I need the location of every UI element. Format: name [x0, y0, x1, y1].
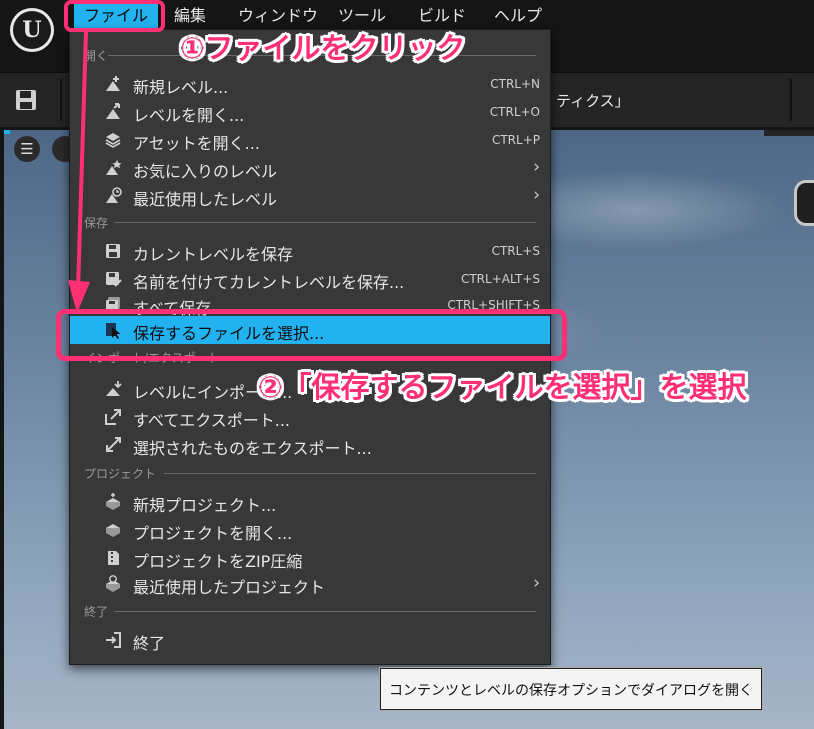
save-as-icon	[106, 272, 122, 287]
menu-item-label: アセットを開く...	[133, 134, 260, 153]
annotation-step-2: ②「保存するファイルを選択」を選択	[258, 370, 747, 404]
menu-item-label: カレントレベルを保存	[133, 245, 294, 264]
menu-item-label: お気に入りのレベル	[133, 162, 278, 181]
menu-item-zip-project[interactable]: プロジェクトをZIP圧縮	[70, 544, 550, 572]
menu-item-label: レベルを開く...	[133, 106, 245, 125]
tooltip: コンテンツとレベルの保存オプションでダイアログを開く	[380, 668, 762, 710]
shortcut-label: CTRL+O	[489, 105, 540, 119]
annotation-highlight-choose-files	[56, 309, 567, 361]
menu-item-label: 終了	[133, 634, 166, 653]
menu-item-label: 新規レベル...	[133, 78, 229, 97]
tooltip-text: コンテンツとレベルの保存オプションでダイアログを開く	[389, 683, 753, 699]
recent-projects-icon	[106, 575, 120, 592]
submenu-chevron-icon: ›	[533, 157, 540, 177]
import-icon	[106, 381, 122, 396]
menu-item-label: プロジェクトを開く...	[133, 524, 293, 543]
menu-item-favorite-levels[interactable]: お気に入りのレベル ›	[70, 154, 550, 182]
toolbar-divider	[790, 79, 792, 121]
menu-item-open-project[interactable]: プロジェクトを開く...	[70, 516, 550, 544]
shortcut-label: CTRL+N	[490, 77, 540, 91]
shortcut-label: CTRL+ALT+S	[460, 272, 540, 286]
section-header-exit: 終了	[84, 605, 109, 619]
menu-item-open-level[interactable]: レベルを開く... CTRL+O	[70, 98, 550, 126]
menu-item-save-current[interactable]: カレントレベルを保存 CTRL+S	[70, 237, 550, 265]
zip-project-icon	[108, 551, 119, 565]
menu-item-label: 最近使用したレベル	[133, 190, 278, 209]
menu-item-new-project[interactable]: 新規プロジェクト...	[70, 488, 550, 516]
menu-item-label: プロジェクトをZIP圧縮	[133, 552, 303, 571]
new-project-icon	[106, 493, 120, 510]
toolbar-partial-label: ティクス」	[556, 92, 630, 110]
menu-item-label: 名前を付けてカレントレベルを保存...	[133, 273, 405, 292]
save-icon	[106, 244, 120, 258]
menu-item-open-asset[interactable]: アセットを開く... CTRL+P	[70, 126, 550, 154]
section-divider	[114, 611, 536, 612]
viewport-toolbar-edge	[764, 130, 814, 136]
viewport-focus-accent	[4, 130, 10, 134]
save-icon[interactable]	[15, 89, 37, 111]
exit-icon	[106, 632, 121, 648]
menu-help[interactable]: ヘルプ	[486, 4, 550, 28]
section-header-project: プロジェクト	[84, 467, 157, 481]
menu-item-label: 選択されたものをエクスポート...	[133, 439, 372, 458]
menu-item-label: すべてエクスポート...	[133, 411, 291, 430]
menu-item-label: 新規プロジェクト...	[133, 496, 277, 515]
shortcut-label: CTRL+S	[491, 244, 540, 258]
recent-levels-icon	[106, 187, 122, 203]
section-divider	[164, 473, 536, 474]
menu-item-new-level[interactable]: 新規レベル... CTRL+N	[70, 70, 550, 98]
menu-item-exit[interactable]: 終了	[70, 626, 550, 654]
menu-item-label: 最近使用したプロジェクト	[133, 578, 326, 597]
annotation-step-1: ①ファイルをクリック	[180, 31, 466, 65]
open-project-icon	[106, 524, 120, 537]
annotation-arrow-icon	[68, 31, 90, 313]
open-asset-icon	[105, 133, 121, 148]
menu-item-export-all[interactable]: すべてエクスポート...	[70, 403, 550, 431]
new-level-icon	[106, 76, 120, 91]
favorite-levels-icon	[106, 160, 122, 175]
menu-item-export-selected[interactable]: 選択されたものをエクスポート...	[70, 431, 550, 459]
viewport-menu-button[interactable]: ☰	[14, 136, 40, 162]
menu-item-recent-projects[interactable]: 最近使用したプロジェクト ›	[70, 570, 550, 598]
unreal-logo-icon[interactable]: U	[10, 8, 54, 52]
menu-item-recent-levels[interactable]: 最近使用したレベル ›	[70, 182, 550, 210]
export-selected-icon	[106, 437, 121, 452]
shortcut-label: CTRL+P	[491, 133, 540, 147]
submenu-chevron-icon: ›	[533, 573, 540, 593]
section-divider	[114, 222, 536, 223]
export-all-icon	[105, 409, 121, 425]
menu-item-save-as[interactable]: 名前を付けてカレントレベルを保存... CTRL+ALT+S	[70, 265, 550, 293]
open-level-icon	[106, 103, 120, 119]
viewport-gizmo-icon[interactable]	[794, 180, 814, 226]
submenu-chevron-icon: ›	[533, 185, 540, 205]
